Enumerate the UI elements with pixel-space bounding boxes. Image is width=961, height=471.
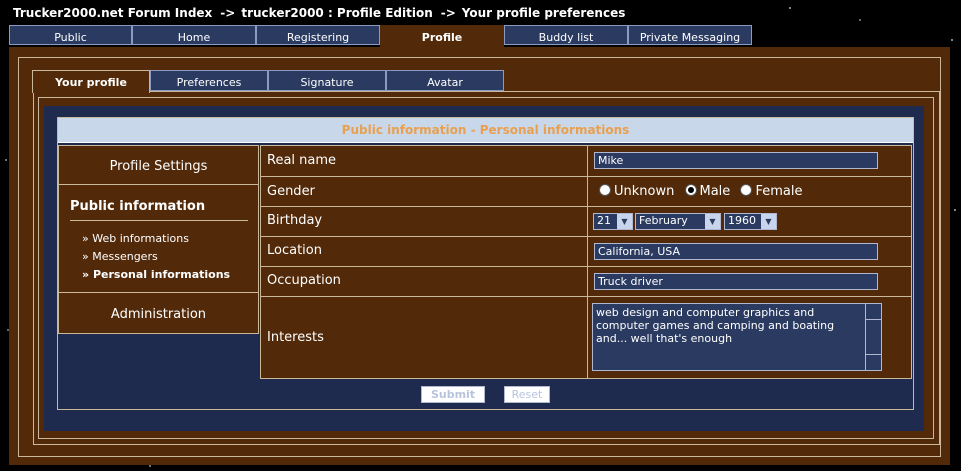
sidebar-divider bbox=[70, 220, 248, 221]
sidebar-item-administration[interactable]: Administration bbox=[59, 307, 258, 322]
tab-home[interactable]: Home bbox=[132, 25, 256, 45]
tab-profile[interactable]: Profile bbox=[380, 25, 504, 48]
gender-option-male[interactable]: Male bbox=[684, 184, 731, 199]
radio-button[interactable] bbox=[740, 184, 753, 196]
breadcrumb-separator: -> bbox=[440, 6, 456, 20]
tab-buddy-list[interactable]: Buddy list bbox=[504, 25, 628, 45]
sidebar-item-messengers[interactable]: » Messengers bbox=[82, 250, 158, 263]
tab-your-profile[interactable]: Your profile bbox=[32, 70, 150, 93]
location-label: Location bbox=[267, 243, 322, 258]
tab-public[interactable]: Public bbox=[9, 25, 132, 45]
tab-signature[interactable]: Signature bbox=[268, 70, 386, 91]
row-birthday: Birthday 21 ▼ February ▼ 1960 ▼ bbox=[261, 207, 911, 237]
birthday-year-value: 1960 bbox=[728, 214, 756, 227]
sidebar-item-web-informations[interactable]: » Web informations bbox=[82, 232, 189, 245]
tab-avatar[interactable]: Avatar bbox=[386, 70, 504, 91]
sidebar-bullet: » bbox=[82, 232, 89, 245]
row-gender: Gender Unknown Male Female bbox=[261, 177, 911, 207]
gender-option-label: Unknown bbox=[614, 184, 675, 199]
occupation-label: Occupation bbox=[267, 273, 341, 288]
interests-label: Interests bbox=[267, 330, 324, 345]
birthday-label: Birthday bbox=[267, 213, 323, 228]
breadcrumb-profile-edition-link[interactable]: trucker2000 : Profile Edition bbox=[241, 6, 432, 20]
reset-button[interactable]: Reset bbox=[504, 386, 550, 403]
submit-button[interactable]: Submit bbox=[421, 386, 485, 403]
breadcrumb-separator: -> bbox=[220, 6, 236, 20]
row-real-name: Real name Mike bbox=[261, 146, 911, 177]
occupation-input[interactable]: Truck driver bbox=[594, 273, 878, 290]
chevron-down-icon[interactable]: ▼ bbox=[761, 214, 776, 229]
interests-text: web design and computer graphics and com… bbox=[596, 306, 835, 345]
location-input[interactable]: California, USA bbox=[594, 243, 878, 260]
scrollbar-thumb[interactable] bbox=[866, 319, 881, 355]
sidebar-divider bbox=[59, 184, 258, 185]
real-name-input[interactable]: Mike bbox=[594, 152, 878, 169]
personal-info-form: Real name Mike Gender Unknown Male Femal… bbox=[260, 145, 912, 379]
real-name-label: Real name bbox=[267, 153, 337, 168]
gender-option-unknown[interactable]: Unknown bbox=[599, 184, 674, 199]
tab-preferences[interactable]: Preferences bbox=[150, 70, 268, 91]
breadcrumb: Trucker2000.net Forum Index -> trucker2000… bbox=[13, 6, 625, 20]
row-interests: Interests web design and computer graphi… bbox=[261, 297, 911, 378]
section-header: Public information - Personal informatio… bbox=[58, 118, 913, 143]
gender-radio-group: Unknown Male Female bbox=[599, 184, 808, 199]
interests-scrollbar[interactable] bbox=[865, 304, 881, 370]
chevron-down-icon[interactable]: ▼ bbox=[705, 214, 720, 229]
birthday-month-value: February bbox=[639, 214, 688, 227]
gender-option-label: Male bbox=[699, 184, 731, 199]
tab-registering[interactable]: Registering bbox=[256, 25, 380, 45]
breadcrumb-current-page: Your profile preferences bbox=[461, 6, 626, 20]
radio-button-selected[interactable] bbox=[684, 184, 697, 196]
sidebar-bullet: » bbox=[82, 250, 89, 263]
sidebar-divider bbox=[59, 292, 258, 293]
row-location: Location California, USA bbox=[261, 237, 911, 267]
gender-option-female[interactable]: Female bbox=[740, 184, 802, 199]
row-occupation: Occupation Truck driver bbox=[261, 267, 911, 297]
sidebar-link-label: Messengers bbox=[92, 250, 158, 263]
sidebar-section-title[interactable]: Public information bbox=[70, 199, 205, 214]
gender-label: Gender bbox=[267, 184, 315, 199]
sidebar-item-personal-informations[interactable]: » Personal informations bbox=[82, 268, 230, 281]
tab-private-messaging[interactable]: Private Messaging bbox=[628, 25, 752, 45]
sidebar-link-label: Personal informations bbox=[92, 268, 231, 281]
sidebar-bullet: » bbox=[82, 268, 90, 281]
sidebar-item-profile-settings[interactable]: Profile Settings bbox=[59, 159, 258, 174]
profile-sidebar: Profile Settings Public information » We… bbox=[58, 145, 259, 334]
birthday-month-select[interactable]: February ▼ bbox=[635, 213, 721, 230]
sidebar-link-label: Web informations bbox=[92, 232, 189, 245]
radio-button[interactable] bbox=[599, 184, 611, 196]
gender-option-label: Female bbox=[755, 184, 803, 199]
interests-textarea[interactable]: web design and computer graphics and com… bbox=[592, 303, 882, 371]
birthday-day-value: 21 bbox=[597, 214, 611, 227]
birthday-day-select[interactable]: 21 ▼ bbox=[593, 213, 633, 230]
chevron-down-icon[interactable]: ▼ bbox=[617, 214, 632, 229]
breadcrumb-forum-index-link[interactable]: Trucker2000.net Forum Index bbox=[13, 6, 212, 20]
birthday-year-select[interactable]: 1960 ▼ bbox=[724, 213, 777, 230]
